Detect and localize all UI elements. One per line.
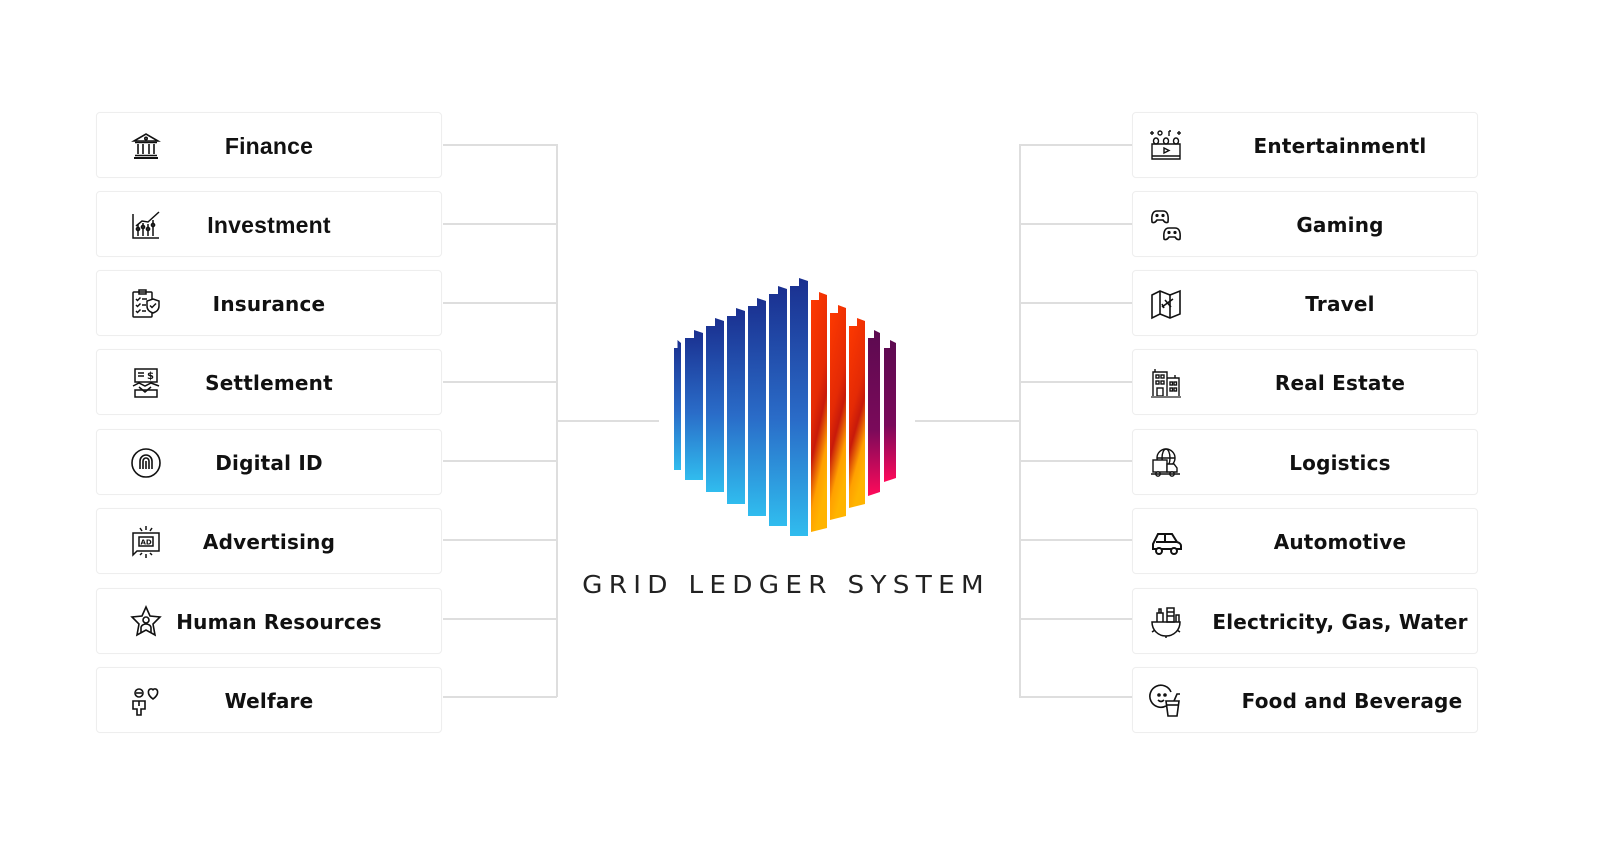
card-label: Advertising [202,530,336,554]
logo-bar [830,305,846,520]
logo-bar [790,278,808,536]
card-label: Settlement [205,371,333,395]
globe-truck-icon [1149,446,1183,480]
card-gaming: Gaming [1132,191,1478,257]
card-label: Electricity, Gas, Water [1212,610,1468,634]
card-label: Travel [1305,292,1375,316]
card-real-estate: Real Estate [1132,349,1478,415]
card-label: Gaming [1296,213,1384,237]
map-plane-icon [1149,287,1183,321]
right-branch [1019,618,1132,620]
card-label: Finance [224,132,314,159]
card-settlement: $ Settlement [96,349,442,415]
card-travel: Travel [1132,270,1478,336]
card-label: Welfare [224,689,314,713]
right-branch [1019,696,1132,698]
logo-bar [849,318,865,508]
card-investment: Investment [96,191,442,257]
logo-bar [868,330,880,496]
right-branch [1019,539,1132,541]
card-label: Real Estate [1274,371,1406,395]
logo-bar [727,308,745,504]
gamepads-icon [1149,208,1183,242]
logo-bar [811,292,827,532]
logo-bar [674,340,681,470]
buildings-icon [1149,366,1183,400]
card-label: Investment [207,211,331,238]
card-welfare: Welfare [96,667,442,733]
card-entertainment: Entertainmentl [1132,112,1478,178]
grid-ledger-logo [674,278,896,536]
left-branch [443,460,557,462]
left-trunk [556,420,659,422]
card-label: Food and Beverage [1241,689,1463,713]
right-branch [1019,460,1132,462]
left-branch [443,223,557,225]
card-automotive: Automotive [1132,508,1478,574]
logo-bar [685,330,703,480]
smiley-cup-icon [1149,684,1183,718]
utility-gear-icon [1149,605,1183,639]
right-branch [1019,144,1132,146]
left-branch [443,144,557,146]
card-label: Automotive [1273,530,1407,554]
left-branch [443,539,557,541]
left-branch [443,381,557,383]
card-label: Logistics [1289,451,1391,475]
system-title: GRID LEDGER SYSTEM [582,570,990,599]
right-branch [1019,223,1132,225]
logo-bar [706,318,724,492]
card-food-beverage: Food and Beverage [1132,667,1478,733]
right-branch [1019,381,1132,383]
car-icon [1149,525,1183,559]
logo-bar [769,286,787,526]
right-branch [1019,302,1132,304]
logo-bar [748,298,766,516]
left-branch [443,696,557,698]
card-label: Human Resources [176,610,382,634]
card-utilities: Electricity, Gas, Water [1132,588,1478,654]
card-label: Insurance [212,292,326,316]
left-branch [443,302,557,304]
card-logistics: Logistics [1132,429,1478,495]
card-label: Entertainmentl [1253,134,1427,158]
entertainment-icon [1149,129,1183,163]
card-advertising: AD Advertising [96,508,442,574]
card-finance: Finance [96,112,442,178]
right-trunk [915,420,1020,422]
logo-bar [884,340,896,482]
card-human-resources: Human Resources [96,588,442,654]
card-digital-id: Digital ID [96,429,442,495]
card-insurance: Insurance [96,270,442,336]
card-label: Digital ID [215,451,323,475]
left-branch [443,618,557,620]
